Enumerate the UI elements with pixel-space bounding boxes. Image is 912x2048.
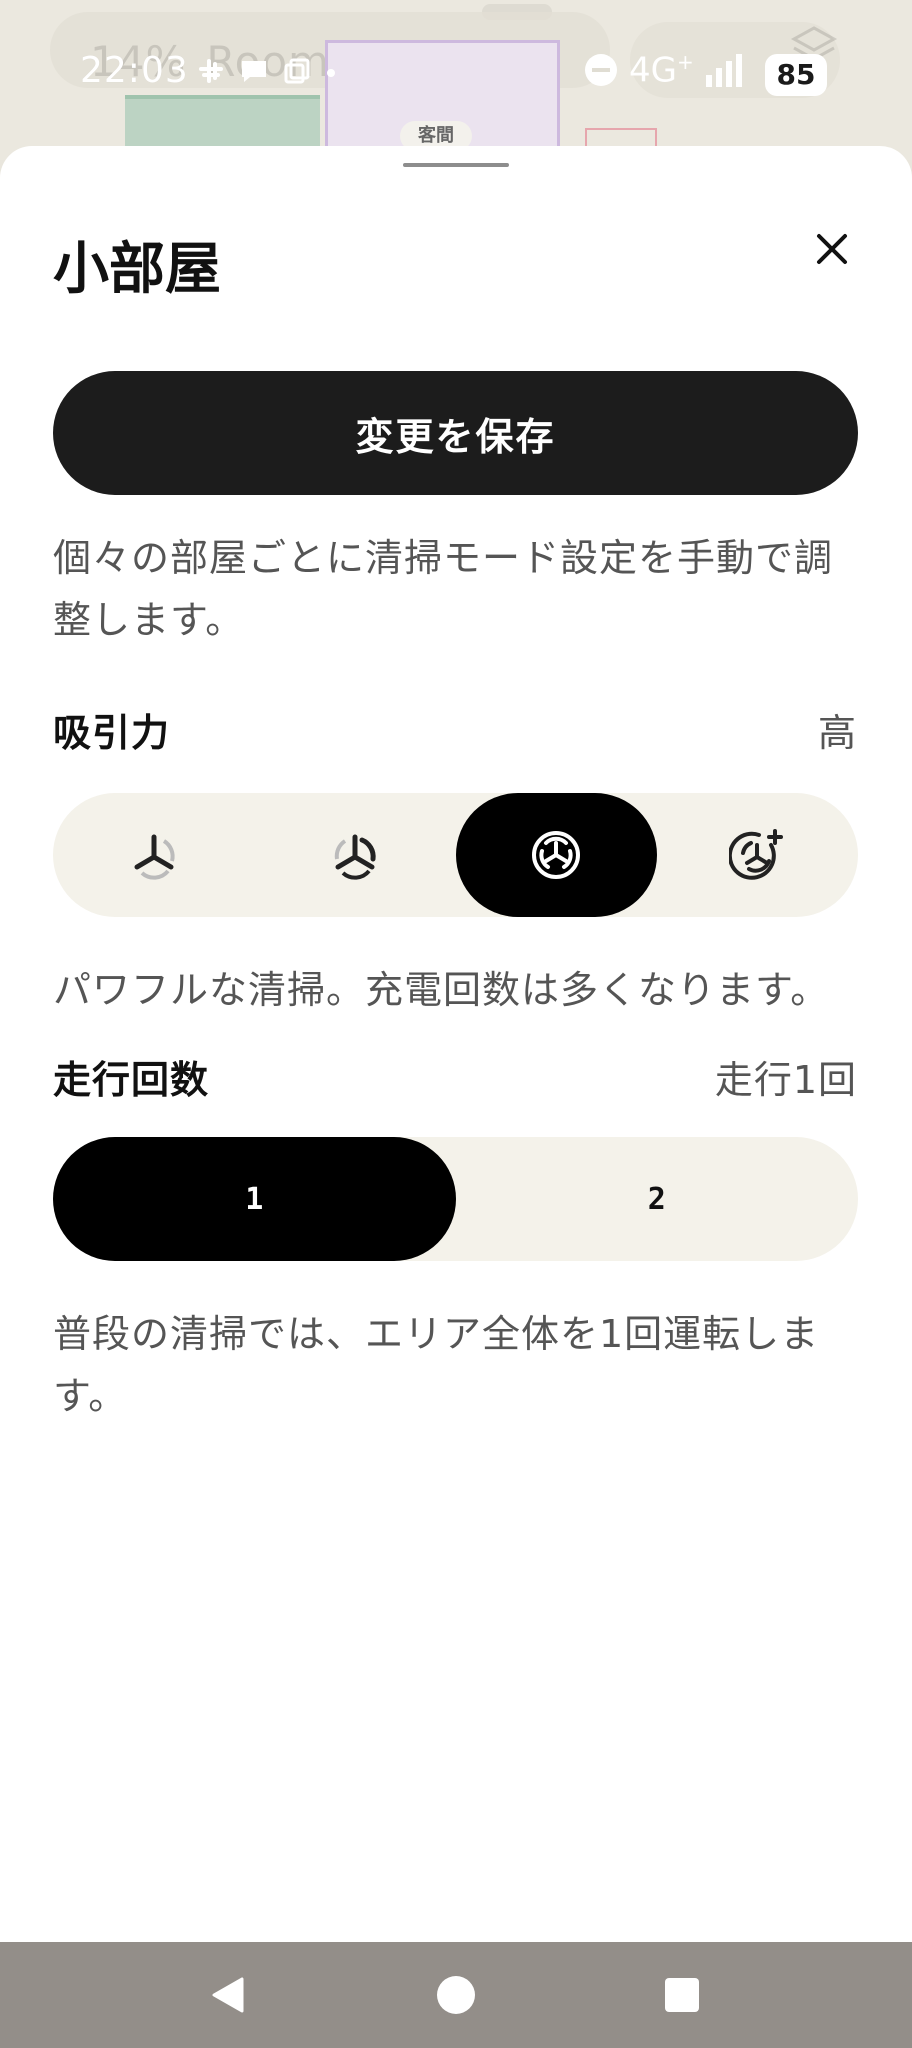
recents-icon [665,1978,699,2012]
signal-icon [705,53,742,88]
suction-hint: パワフルな清掃。充電回数は多くなります。 [53,968,830,1012]
sheet-title: 小部屋 [53,237,221,302]
nav-home-button[interactable] [396,1942,516,2048]
nav-back-button[interactable] [168,1942,288,2048]
drag-handle[interactable] [403,163,509,167]
suction-max-icon [729,829,784,880]
suction-eco-icon [134,834,175,880]
passes-label: 走行回数 [53,1058,210,1102]
room-settings-sheet: 小部屋 変更を保存 個々の部屋ごとに清掃モード設定を手動で調整します。 吸引力 … [0,146,912,1942]
do-not-disturb-icon [585,54,617,87]
save-button[interactable]: 変更を保存 [53,371,858,495]
passes-option-1[interactable]: 1 [53,1137,456,1261]
suction-high-icon [532,831,581,879]
close-button[interactable] [804,221,860,277]
passes-option-2[interactable]: 2 [456,1137,859,1261]
nav-recents-button[interactable] [622,1942,742,2048]
suction-option-standard[interactable] [254,793,455,917]
suction-value: 高 [817,711,857,755]
suction-option-max[interactable] [657,793,858,917]
message-icon [242,61,266,82]
suction-label: 吸引力 [53,711,171,755]
back-icon [212,1977,244,2013]
copy-icon [284,58,310,84]
status-bar: 22:03 4G+ 85 [0,40,912,110]
navigation-bar [0,1942,912,2048]
suction-option-high[interactable] [455,793,657,917]
passes-hint: 普段の清掃では、エリア全体を1回運転します。 [53,1312,820,1418]
home-icon [437,1976,475,2014]
passes-option-2-label: 2 [647,1181,666,1217]
status-right: 4G+ [585,50,742,90]
battery-badge: 85 [765,54,827,96]
dot-icon [327,69,335,77]
suction-standard-icon [334,834,376,880]
status-time: 22:03 [80,50,189,91]
sheet-description: 個々の部屋ごとに清掃モード設定を手動で調整します。 [53,536,834,642]
network-type: 4G+ [629,50,694,91]
passes-selector: 1 2 [53,1137,858,1261]
close-icon [817,234,847,264]
passes-value: 走行1回 [714,1058,857,1102]
suction-option-eco[interactable] [53,793,254,917]
passes-option-1-label: 1 [245,1181,264,1217]
suction-selector [53,793,858,917]
slack-icon [199,59,223,83]
notification-icons [198,58,336,84]
